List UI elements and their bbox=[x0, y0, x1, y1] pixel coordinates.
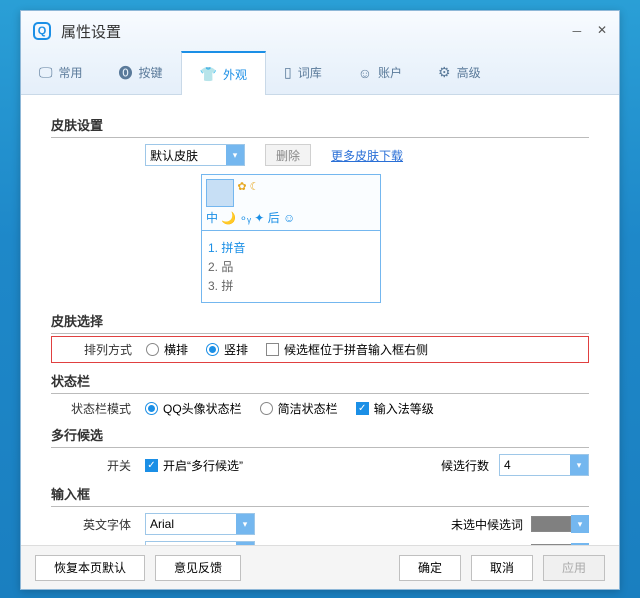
minimize-button[interactable]: － bbox=[571, 23, 583, 40]
status-qq-radio[interactable]: QQ头像状态栏 bbox=[145, 400, 242, 417]
tab-general[interactable]: 🖵 常用 bbox=[21, 51, 101, 94]
tab-keys[interactable]: 🄌 按键 bbox=[101, 51, 181, 94]
section-skin-settings: 皮肤设置 bbox=[51, 115, 589, 138]
tab-appearance[interactable]: 👕 外观 bbox=[181, 51, 266, 95]
book-icon: ▯ bbox=[284, 64, 292, 81]
apply-button[interactable]: 应用 bbox=[543, 555, 605, 581]
tab-label: 词库 bbox=[298, 64, 322, 81]
candidate-right-checkbox[interactable]: 候选框位于拼音输入框右侧 bbox=[266, 341, 428, 358]
titlebar[interactable]: Q 属性设置 － ✕ bbox=[21, 11, 619, 51]
tab-label: 外观 bbox=[223, 66, 247, 83]
preview-candidates: 1. 拼音 2. 品 3. 拼 bbox=[201, 231, 381, 303]
candidate-item: 3. 拼 bbox=[208, 277, 374, 294]
q-icon: 🄌 bbox=[119, 63, 133, 83]
switch-label: 开关 bbox=[51, 457, 131, 474]
restore-defaults-button[interactable]: 恢复本页默认 bbox=[35, 555, 145, 581]
candidate-item: 1. 拼音 bbox=[208, 239, 374, 256]
arrange-row-highlight: 排列方式 横排 竖排 候选框位于拼音输入框右侧 bbox=[51, 336, 589, 363]
tab-label: 按键 bbox=[139, 64, 163, 81]
tab-label: 常用 bbox=[59, 64, 83, 81]
candidate-item: 2. 品 bbox=[208, 258, 374, 275]
monitor-icon: 🖵 bbox=[39, 64, 53, 81]
tab-label: 高级 bbox=[457, 64, 481, 81]
shirt-icon: 👕 bbox=[200, 66, 217, 83]
settings-window: Q 属性设置 － ✕ 🖵 常用 🄌 按键 👕 外观 ▯ 词库 ☺ 账户 ⚙ 高级 皮肤设置 … bbox=[20, 10, 620, 590]
footer: 恢复本页默认 意见反馈 确定 取消 应用 bbox=[21, 545, 619, 589]
arrange-vertical-radio[interactable]: 竖排 bbox=[206, 341, 248, 358]
status-mode-label: 状态栏模式 bbox=[51, 400, 131, 417]
skin-select-value: 默认皮肤 bbox=[150, 147, 198, 164]
content-area: 皮肤设置 默认皮肤 ▾ 删除 更多皮肤下载 ✿ ☾ 中 🌙 ∘ᵧ ✦ 后 ☺ 1.… bbox=[21, 95, 619, 545]
delete-skin-button[interactable]: 删除 bbox=[265, 144, 311, 166]
tab-account[interactable]: ☺ 账户 bbox=[340, 51, 420, 94]
tab-label: 账户 bbox=[378, 64, 402, 81]
section-multiline: 多行候选 bbox=[51, 425, 589, 448]
status-simple-radio[interactable]: 简洁状态栏 bbox=[260, 400, 338, 417]
preview-toolbar: 中 🌙 ∘ᵧ ✦ 后 ☺ bbox=[206, 209, 376, 226]
gear-icon: ⚙ bbox=[438, 64, 451, 81]
avatar-icon bbox=[206, 179, 234, 207]
unselected-color-label: 未选中候选词 bbox=[451, 516, 523, 533]
section-inputbox: 输入框 bbox=[51, 484, 589, 507]
en-font-select[interactable]: Arial▾ bbox=[145, 513, 255, 535]
feedback-button[interactable]: 意见反馈 bbox=[155, 555, 241, 581]
arrange-horizontal-radio[interactable]: 横排 bbox=[146, 341, 188, 358]
ok-button[interactable]: 确定 bbox=[399, 555, 461, 581]
cancel-button[interactable]: 取消 bbox=[471, 555, 533, 581]
tab-bar: 🖵 常用 🄌 按键 👕 外观 ▯ 词库 ☺ 账户 ⚙ 高级 bbox=[21, 51, 619, 95]
chevron-down-icon: ▾ bbox=[570, 455, 588, 475]
preview-badges: ✿ ☾ bbox=[237, 180, 259, 193]
skin-select[interactable]: 默认皮肤 ▾ bbox=[145, 144, 245, 166]
section-skin-select: 皮肤选择 bbox=[51, 311, 589, 334]
user-icon: ☺ bbox=[358, 65, 372, 81]
ime-level-checkbox[interactable]: 输入法等级 bbox=[356, 400, 434, 417]
multiline-checkbox[interactable]: 开启“多行候选” bbox=[145, 457, 243, 474]
chevron-down-icon: ▾ bbox=[236, 514, 254, 534]
candidate-lines-label: 候选行数 bbox=[441, 457, 489, 474]
tab-dictionary[interactable]: ▯ 词库 bbox=[266, 51, 340, 94]
section-statusbar: 状态栏 bbox=[51, 371, 589, 394]
window-title: 属性设置 bbox=[61, 21, 121, 42]
lines-value: 4 bbox=[504, 458, 511, 472]
en-font-label: 英文字体 bbox=[51, 516, 131, 533]
candidate-lines-select[interactable]: 4▾ bbox=[499, 454, 589, 476]
chevron-down-icon[interactable]: ▾ bbox=[571, 515, 589, 533]
more-skins-link[interactable]: 更多皮肤下载 bbox=[331, 147, 403, 164]
close-button[interactable]: ✕ bbox=[597, 23, 607, 40]
tab-advanced[interactable]: ⚙ 高级 bbox=[420, 51, 499, 94]
unselected-color-swatch[interactable] bbox=[531, 516, 571, 532]
chevron-down-icon: ▾ bbox=[226, 145, 244, 165]
arrange-label: 排列方式 bbox=[52, 341, 132, 358]
app-logo-icon: Q bbox=[33, 22, 51, 40]
skin-preview: ✿ ☾ 中 🌙 ∘ᵧ ✦ 后 ☺ 1. 拼音 2. 品 3. 拼 bbox=[201, 174, 381, 303]
